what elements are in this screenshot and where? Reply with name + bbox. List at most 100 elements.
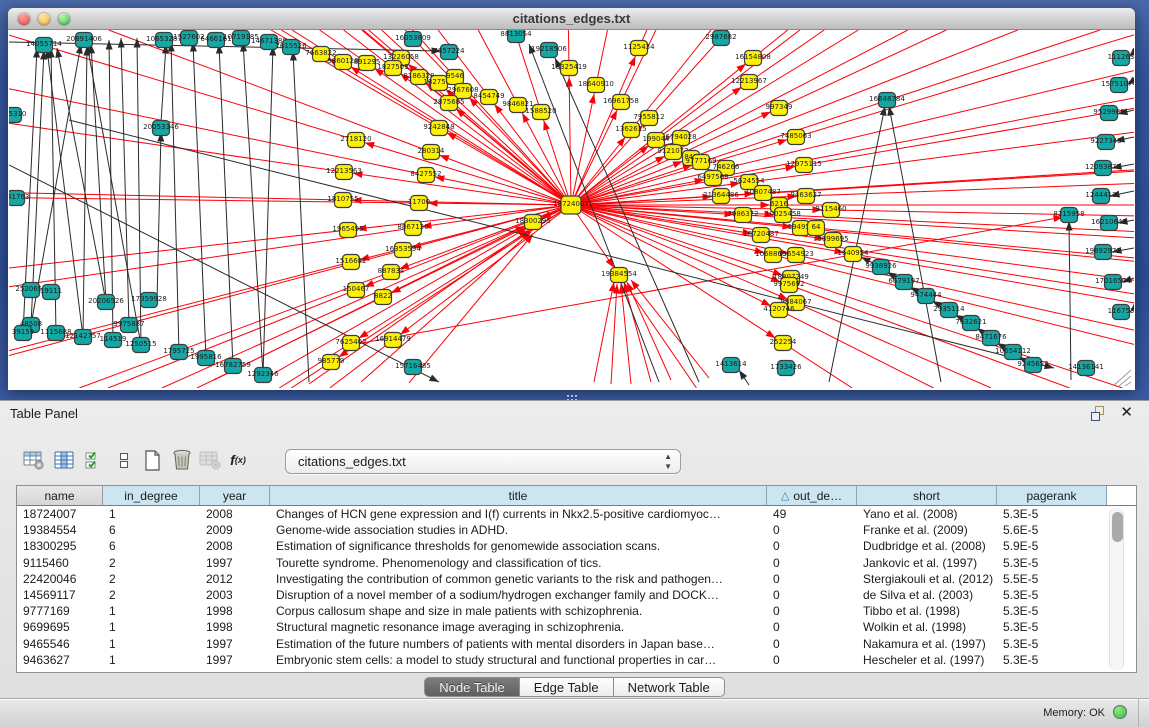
graph-node[interactable]: 887834	[378, 265, 405, 280]
table-cell[interactable]: Disruption of a novel member of a sodium…	[270, 587, 767, 603]
graph-node[interactable]: 17016504	[1095, 275, 1131, 290]
table-cell[interactable]: Dudbridge et al. (2008)	[857, 538, 997, 554]
graph-node[interactable]: 11700	[408, 196, 430, 211]
tab-node-table[interactable]: Node Table	[424, 677, 520, 697]
table-cell[interactable]: 1	[103, 506, 200, 522]
float-panel-icon[interactable]	[1091, 406, 1107, 421]
table-cell[interactable]: 1	[103, 636, 200, 652]
table-cell[interactable]: 2	[103, 555, 200, 571]
graph-node[interactable]: 150467	[343, 283, 370, 298]
graph-node[interactable]: 21364486	[703, 189, 739, 204]
table-cell[interactable]: Wolkin et al. (1998)	[857, 619, 997, 635]
table-cell[interactable]: 0	[767, 619, 857, 635]
graph-node[interactable]: 6497568	[697, 171, 728, 186]
table-row[interactable]: 977716911998Corpus callosum shape and si…	[17, 603, 1136, 619]
graph-node[interactable]: 9975692	[773, 278, 804, 293]
graph-node[interactable]: 7857224	[433, 45, 465, 60]
network-canvas[interactable]: 1872400718300295193845541405571420891406…	[9, 30, 1134, 388]
table-cell[interactable]: 18724007	[17, 506, 103, 522]
graph-node[interactable]: 17359928	[131, 293, 167, 308]
column-header-in_degree[interactable]: in_degree	[103, 486, 200, 505]
scrollbar-thumb[interactable]	[1112, 512, 1123, 542]
column-header-out_de[interactable]: △out_de…	[767, 486, 857, 505]
table-cell[interactable]: 49	[767, 506, 857, 522]
delete-trash-icon[interactable]	[168, 445, 196, 475]
graph-node[interactable]: 8427552	[410, 168, 441, 183]
table-cell[interactable]: 0	[767, 555, 857, 571]
table-cell[interactable]: 5.3E-5	[997, 603, 1107, 619]
graph-node[interactable]: 1292346	[247, 368, 279, 383]
splitter-grip[interactable]	[566, 394, 578, 399]
graph-node[interactable]: 1413614	[715, 358, 747, 373]
graph-node[interactable]: 16914479	[375, 333, 411, 348]
graph-node[interactable]: 20891406	[66, 33, 102, 48]
table-cell[interactable]: 5.6E-5	[997, 522, 1107, 538]
graph-node[interactable]: 997349	[766, 101, 793, 116]
column-header-year[interactable]: year	[200, 486, 270, 505]
graph-node[interactable]: 1588520	[525, 105, 556, 120]
graph-node[interactable]: 7632621	[955, 316, 986, 331]
row-options-icon[interactable]	[110, 445, 138, 475]
graph-node[interactable]: 9975887	[113, 318, 144, 333]
graph-node[interactable]: 8867130	[397, 221, 428, 236]
network-graph[interactable]: 1872400718300295193845541405571420891406…	[9, 30, 1134, 388]
table-cell[interactable]: 1997	[200, 636, 270, 652]
table-cell[interactable]: Estimation of the future numbers of pati…	[270, 636, 767, 652]
table-cell[interactable]: 9465546	[17, 636, 103, 652]
graph-node[interactable]: 9227343	[1090, 135, 1121, 150]
table-header-row[interactable]: namein_degreeyeartitle△out_de…shortpager…	[17, 486, 1136, 506]
table-row[interactable]: 1938455462009Genome-wide association stu…	[17, 522, 1136, 538]
table-cell[interactable]: 5.3E-5	[997, 555, 1107, 571]
graph-node[interactable]: 16210643	[1091, 216, 1127, 231]
table-cell[interactable]: 5.3E-5	[997, 506, 1107, 522]
graph-node[interactable]: 252254	[770, 336, 797, 351]
tab-edge-table[interactable]: Edge Table	[520, 677, 614, 697]
graph-node[interactable]: 19654923	[778, 248, 814, 263]
graph-node[interactable]: 8813054	[500, 30, 532, 43]
table-cell[interactable]: 14569117	[17, 587, 103, 603]
graph-node[interactable]: 19218506	[531, 43, 567, 58]
graph-node[interactable]: 6794028	[665, 131, 696, 146]
table-cell[interactable]: de Silva et al. (2003)	[857, 587, 997, 603]
table-cell[interactable]: 18300295	[17, 538, 103, 554]
graph-node[interactable]: 18640910	[578, 78, 614, 93]
graph-node[interactable]: 12093872	[1085, 161, 1121, 176]
table-cell[interactable]: 2009	[200, 522, 270, 538]
graph-node[interactable]: 9115460	[815, 203, 846, 218]
table-cell[interactable]: Franke et al. (2009)	[857, 522, 997, 538]
table-cell[interactable]: 0	[767, 652, 857, 668]
graph-node[interactable]: 12975115	[786, 158, 822, 173]
graph-node[interactable]: 2987682	[705, 31, 736, 46]
graph-node[interactable]: 15751074	[1101, 78, 1134, 93]
graph-node[interactable]: 39159	[12, 326, 34, 341]
graph-node[interactable]: 7485063	[780, 130, 811, 145]
graph-node[interactable]: 15716485	[395, 360, 431, 375]
graph-node[interactable]: 18325419	[551, 61, 587, 76]
graph-node[interactable]: 9463627	[790, 189, 821, 204]
table-cell[interactable]: Genome-wide association studies in ADHD.	[270, 522, 767, 538]
table-cell[interactable]: 5.5E-5	[997, 571, 1107, 587]
select-columns-icon[interactable]	[80, 445, 108, 475]
table-row[interactable]: 946362711997Embryonic stem cells: a mode…	[17, 652, 1136, 668]
table-cell[interactable]: 6	[103, 538, 200, 554]
graph-node[interactable]: 9899695	[817, 233, 848, 248]
close-panel-icon[interactable]: ✕	[1120, 404, 1133, 422]
table-cell[interactable]: 1	[103, 652, 200, 668]
table-cell[interactable]: Estimation of significance thresholds fo…	[270, 538, 767, 554]
graph-node[interactable]: 12213967	[731, 75, 767, 90]
table-cell[interactable]: 0	[767, 538, 857, 554]
graph-node[interactable]: 19111	[40, 285, 62, 300]
graph-node[interactable]: 16782759	[215, 359, 251, 374]
table-cell[interactable]: Tourette syndrome. Phenomenology and cla…	[270, 555, 767, 571]
graph-node[interactable]: 114519	[100, 333, 127, 348]
table-cell[interactable]: 0	[767, 636, 857, 652]
graph-node[interactable]: 16154808	[735, 51, 771, 66]
table-row[interactable]: 969969511998Structural magnetic resonanc…	[17, 619, 1136, 635]
table-row[interactable]: 946554611997Estimation of the future num…	[17, 636, 1136, 652]
graph-node[interactable]: 7625402	[335, 336, 366, 351]
graph-node[interactable]: 116753	[1108, 305, 1134, 320]
graph-node[interactable]: 19384554	[601, 268, 637, 283]
column-chooser-icon[interactable]	[50, 445, 78, 475]
table-cell[interactable]: Structural magnetic resonance image aver…	[270, 619, 767, 635]
graph-node[interactable]: 8822	[374, 290, 392, 305]
